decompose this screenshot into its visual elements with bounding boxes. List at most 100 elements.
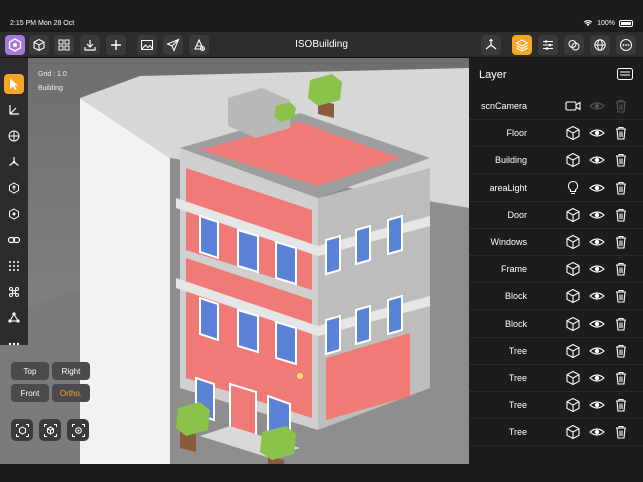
layer-row[interactable]: Door <box>469 202 643 229</box>
cursor-arrow-icon <box>10 78 18 90</box>
trash-icon[interactable] <box>613 288 629 304</box>
grid-info: Grid : 1.0 Building <box>38 68 67 96</box>
move-tool-button[interactable] <box>4 100 24 120</box>
cube-icon <box>566 262 580 277</box>
layer-name: Block <box>504 318 527 329</box>
focus-selection-button[interactable] <box>11 419 33 441</box>
reset-camera-button[interactable] <box>67 419 89 441</box>
view-top-button[interactable]: Top <box>11 362 49 380</box>
trash-icon[interactable] <box>613 424 629 440</box>
layer-name: Tree <box>508 427 527 438</box>
selected-object-label: Building <box>38 85 63 92</box>
status-time: 2:15 PM <box>10 20 37 27</box>
eye-icon[interactable] <box>589 125 605 141</box>
layer-name: Tree <box>508 400 527 411</box>
trash-icon[interactable] <box>613 343 629 359</box>
extrude-tool-button[interactable] <box>4 178 24 198</box>
lightbulb-icon <box>567 180 579 194</box>
eye-icon[interactable] <box>589 316 605 332</box>
trash-icon[interactable] <box>613 98 629 114</box>
layer-row[interactable]: areaLight <box>469 175 643 202</box>
battery-icon <box>619 19 633 27</box>
dots-icon <box>8 342 20 346</box>
eye-icon[interactable] <box>589 424 605 440</box>
cube-icon <box>566 316 580 331</box>
layer-name: Windows <box>490 237 527 247</box>
cube-icon <box>566 153 580 168</box>
link-icon <box>7 236 21 244</box>
layer-name: Tree <box>508 345 527 356</box>
scene-viewport[interactable]: Grid : 1.0 Building <box>0 58 469 464</box>
rotate-tool-button[interactable] <box>4 126 24 146</box>
cube-star-icon <box>9 208 19 220</box>
scale-tool-button[interactable] <box>4 152 24 172</box>
eye-icon[interactable] <box>589 261 605 277</box>
layer-panel: Layer scnCamera Floor Building areaLight Doo… <box>469 58 643 464</box>
layer-row[interactable]: Tree <box>469 392 643 420</box>
layer-row[interactable]: Frame <box>469 256 643 284</box>
eye-icon[interactable] <box>589 234 605 250</box>
eye-icon[interactable] <box>589 152 605 168</box>
cube-icon <box>566 234 580 250</box>
cube-icon <box>566 343 580 358</box>
layer-row[interactable]: Windows <box>469 229 643 256</box>
cube-arrow-icon <box>9 182 19 194</box>
cube-icon <box>566 289 580 304</box>
trash-icon[interactable] <box>613 316 629 332</box>
layer-row[interactable]: Tree <box>469 338 643 365</box>
axes-icon <box>9 157 19 166</box>
cluster-tool-button[interactable] <box>4 282 24 302</box>
trash-icon[interactable] <box>613 152 629 168</box>
eye-icon[interactable] <box>589 343 605 359</box>
layer-row[interactable]: Floor <box>469 120 643 148</box>
subdivide-tool-button[interactable] <box>4 204 24 224</box>
trash-icon[interactable] <box>613 397 629 413</box>
eye-icon[interactable] <box>589 207 605 223</box>
layer-row[interactable]: Tree <box>469 419 643 447</box>
left-toolbar <box>0 58 28 346</box>
move-axes-icon <box>9 105 19 115</box>
frame-all-button[interactable] <box>39 419 61 441</box>
eye-icon[interactable] <box>589 370 605 386</box>
battery-percent: 100% <box>597 19 615 27</box>
eye-icon[interactable] <box>589 98 605 114</box>
select-tool-button[interactable] <box>4 74 24 94</box>
panel-settings-icon[interactable] <box>617 68 633 80</box>
camera-icon <box>565 101 581 111</box>
layer-name: Frame <box>500 264 527 275</box>
dot-cluster-icon <box>9 287 19 297</box>
layer-name: areaLight <box>489 182 527 193</box>
view-ortho-button[interactable]: Ortho. <box>52 384 90 402</box>
grid-label: Grid : 1.0 <box>38 71 67 78</box>
layer-row[interactable]: Block <box>469 283 643 311</box>
layer-name: Floor <box>506 128 527 139</box>
cube-icon <box>566 207 580 222</box>
trash-icon[interactable] <box>613 207 629 223</box>
layer-name: scnCamera <box>480 101 527 111</box>
link-tool-button[interactable] <box>4 230 24 250</box>
eye-icon[interactable] <box>589 397 605 413</box>
view-front-button[interactable]: Front <box>11 384 49 402</box>
trash-icon[interactable] <box>613 180 629 196</box>
layer-row[interactable]: scnCamera <box>469 93 643 120</box>
trash-icon[interactable] <box>613 234 629 250</box>
view-right-button[interactable]: Right <box>52 362 90 380</box>
trash-icon[interactable] <box>613 261 629 277</box>
trash-icon[interactable] <box>613 370 629 386</box>
scatter-tool-button[interactable] <box>4 308 24 328</box>
trash-icon[interactable] <box>613 125 629 141</box>
eye-icon[interactable] <box>589 180 605 196</box>
isometric-scene <box>0 68 469 464</box>
cube-icon <box>566 370 580 386</box>
app-title: ISOBuilding <box>295 39 348 50</box>
layer-row[interactable]: Building <box>469 147 643 175</box>
wifi-icon <box>583 20 593 26</box>
layer-row[interactable]: Block <box>469 311 643 338</box>
layer-name: Block <box>504 291 527 302</box>
status-bar: 2:15 PM Mon 28 Oct 100% <box>0 0 643 32</box>
array-tool-button[interactable] <box>4 256 24 276</box>
layer-row[interactable]: Tree <box>469 365 643 392</box>
layer-panel-title: Layer <box>479 69 507 81</box>
more-tools-button[interactable] <box>4 334 24 354</box>
eye-icon[interactable] <box>589 288 605 304</box>
